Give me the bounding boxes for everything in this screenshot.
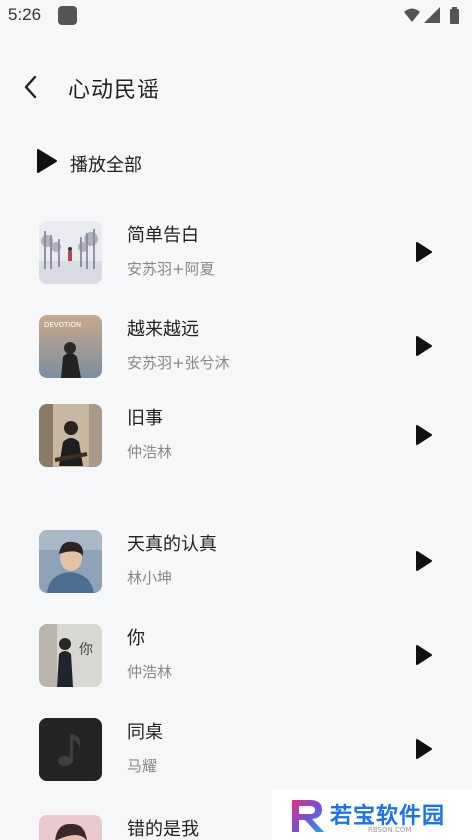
- watermark: 若宝软件园 RBSON.COM: [272, 790, 472, 840]
- devotion-album-cover: DEVOTION: [39, 315, 102, 378]
- song-item[interactable]: DEVOTION 越来越远 安苏羽+张兮沐: [0, 315, 472, 395]
- ni-cover-text: 你: [79, 642, 93, 658]
- devotion-cover-text: DEVOTION: [44, 321, 81, 329]
- watermark-logo-icon: [292, 800, 324, 832]
- play-icon[interactable]: [414, 738, 434, 760]
- play-icon[interactable]: [414, 424, 434, 446]
- pink-portrait-album-cover: [39, 815, 102, 840]
- play-all-label: 播放全部: [70, 155, 142, 176]
- song-title: 简单告白: [127, 225, 199, 246]
- header: 心动民谣: [0, 60, 472, 116]
- winter-trees-album-cover: [39, 221, 102, 284]
- song-item[interactable]: 简单告白 安苏羽+阿夏: [0, 221, 472, 301]
- song-item[interactable]: 同桌 马耀: [0, 718, 472, 798]
- portrait-album-cover: [39, 530, 102, 593]
- song-title: 天真的认真: [127, 534, 217, 555]
- song-artist: 仲浩林: [127, 663, 173, 681]
- status-time: 5:26: [8, 5, 42, 24]
- battery-icon: [450, 7, 459, 24]
- page-title: 心动民谣: [68, 78, 161, 103]
- song-item[interactable]: 旧事 仲浩林: [0, 404, 472, 484]
- song-title: 旧事: [127, 408, 163, 429]
- play-icon[interactable]: [414, 335, 434, 357]
- status-icons: [404, 7, 459, 24]
- song-artist: 安苏羽+阿夏: [127, 260, 215, 278]
- song-item[interactable]: 天真的认真 林小坤: [0, 530, 472, 610]
- man-sitting-album-cover: [39, 404, 102, 467]
- play-icon[interactable]: [414, 550, 434, 572]
- song-artist: 林小坤: [127, 569, 173, 587]
- song-item[interactable]: 你 你 仲浩林: [0, 624, 472, 704]
- music-note-album-cover: [39, 718, 102, 781]
- play-icon[interactable]: [414, 644, 434, 666]
- song-title: 你: [127, 628, 145, 649]
- song-artist: 马耀: [127, 757, 158, 775]
- song-title: 越来越远: [127, 319, 199, 340]
- man-standing-album-cover: 你: [39, 624, 102, 687]
- watermark-url: RBSON.COM: [368, 826, 412, 834]
- play-icon: [37, 149, 57, 173]
- wifi-icon: [404, 8, 420, 22]
- status-bar: 5:26: [0, 0, 472, 32]
- song-title: 错的是我: [127, 819, 199, 840]
- song-artist: 仲浩林: [127, 443, 173, 461]
- song-title: 同桌: [127, 722, 163, 743]
- cell-signal-icon: [424, 7, 440, 23]
- chevron-left-icon[interactable]: [14, 70, 48, 104]
- play-icon[interactable]: [414, 241, 434, 263]
- song-artist: 安苏羽+张兮沐: [127, 354, 230, 372]
- play-all-button[interactable]: 播放全部: [36, 146, 206, 182]
- notification-app-icon: [58, 6, 77, 25]
